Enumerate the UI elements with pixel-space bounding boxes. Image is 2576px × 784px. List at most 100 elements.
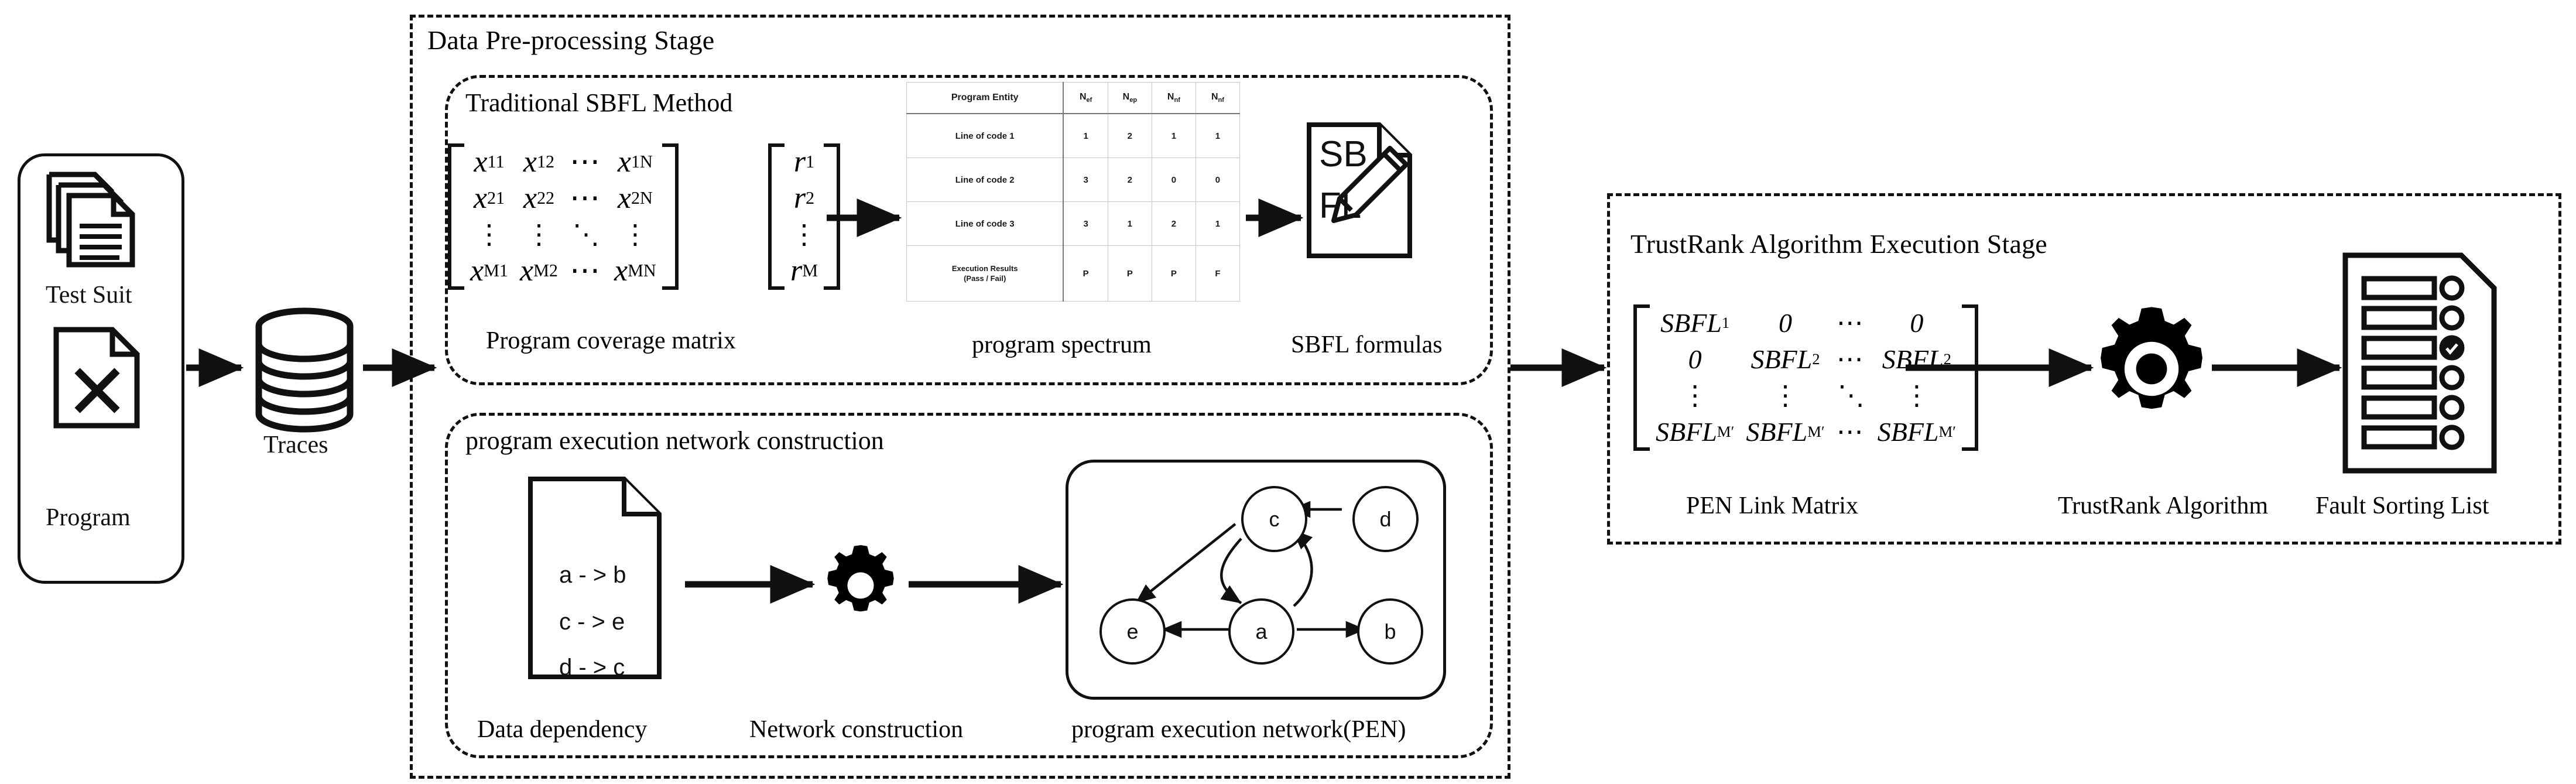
trustrank-algorithm-gear-icon [2101, 307, 2202, 409]
coverage-matrix-cell-8: ⋮ [475, 219, 503, 249]
fault-sorting-list-caption: Fault Sorting List [2315, 492, 2489, 519]
program-label: Program [46, 504, 131, 531]
test-suit-label: Test Suit [46, 282, 132, 309]
pen-link-matrix-cell-4: 0 [1688, 344, 1702, 374]
coverage-matrix-cell-1: x 12 [523, 145, 555, 179]
coverage-matrix-cell-5: x 22 [523, 181, 555, 215]
coverage-matrix-cell-10: ⋱ [573, 219, 600, 249]
pen-link-matrix-cell-13: SBFL M′ [1746, 416, 1825, 447]
pen-matrix-right-bracket [1962, 304, 1979, 451]
pen-node-c: c [1241, 486, 1307, 552]
spectrum-row: Line of code 23200 [906, 158, 1241, 202]
pen-link-matrix-caption: PEN Link Matrix [1686, 492, 1858, 519]
spectrum-cell-0-3: 1 [1195, 113, 1241, 158]
trustrank-algorithm-caption: TrustRank Algorithm [2058, 492, 2269, 519]
coverage-matrix-cell-13: x M2 [520, 254, 558, 287]
spectrum-cell-2-1: 1 [1107, 201, 1152, 246]
pen-link-matrix-cell-11: ⋮ [1903, 380, 1930, 410]
coverage-matrix-cell-4: x 21 [473, 181, 505, 215]
data-dependency-caption: Data dependency [477, 716, 648, 743]
pen-link-matrix-cell-10: ⋱ [1837, 380, 1865, 410]
spectrum-cell-3-0: P [1063, 245, 1108, 302]
program-spectrum-table: Program Entity Nef Nep Nnf Nnf Line of code 1… [906, 82, 1241, 302]
spectrum-cell-3-1: P [1107, 245, 1152, 302]
pen-link-matrix-cell-15: SBFL M′ [1877, 416, 1957, 447]
pen-link-matrix-cell-7: SBFL 2 [1882, 344, 1951, 374]
spectrum-header-0: Program Entity [906, 82, 1064, 114]
pen-link-matrix-cell-6: ⋯ [1836, 344, 1866, 374]
spectrum-row-label-1: Line of code 2 [906, 158, 1064, 202]
coverage-matrix-cell-0: x 11 [474, 145, 505, 179]
pen-node-e: e [1099, 598, 1166, 665]
coverage-matrix-cell-14: ⋯ [570, 254, 602, 287]
spectrum-cell-3-3: F [1195, 245, 1241, 302]
pen-node-d: d [1352, 486, 1419, 552]
execution-result-vector: r 1 r 2 ⋮ r M [768, 143, 841, 290]
pen-node-d-label: d [1379, 506, 1392, 531]
coverage-matrix-cell-6: ⋯ [570, 182, 602, 215]
result-vector-cell-2: ⋮ [790, 219, 818, 249]
spectrum-cell-2-0: 3 [1063, 201, 1108, 246]
pen-construction-substage-title: program execution network construction [465, 426, 884, 455]
pen-link-matrix-cell-14: ⋯ [1836, 417, 1866, 447]
vector-left-bracket [768, 143, 785, 290]
pen-link-matrix-cell-12: SBFL M′ [1656, 416, 1735, 447]
pen-node-b: b [1357, 598, 1423, 665]
sbfl-formulas-caption: SBFL formulas [1291, 331, 1443, 358]
spectrum-cell-1-3: 0 [1195, 158, 1241, 202]
spectrum-cell-2-3: 1 [1195, 201, 1241, 246]
pen-node-e-label: e [1126, 619, 1139, 643]
spectrum-cell-1-1: 2 [1107, 158, 1152, 202]
coverage-matrix-cell-7: x 2N [617, 181, 653, 215]
spectrum-row: Line of code 11211 [906, 113, 1241, 158]
spectrum-header-4: Nnf [1195, 82, 1241, 114]
pen-link-matrix-cell-9: ⋮ [1772, 380, 1799, 410]
sbfl-doc-line1: SB [1319, 134, 1368, 174]
spectrum-header-2: Nep [1107, 82, 1152, 114]
network-construction-gear-icon [827, 545, 894, 612]
spectrum-row-label-2: Line of code 3 [906, 201, 1064, 246]
spectrum-cell-3-2: P [1151, 245, 1196, 302]
dependency-line-1: a - > b [559, 562, 626, 588]
traces-label: Traces [263, 432, 328, 458]
spectrum-cell-1-0: 3 [1063, 158, 1108, 202]
pen-node-a: a [1228, 598, 1294, 665]
spectrum-cell-0-0: 1 [1063, 113, 1108, 158]
pen-caption: program execution network(PEN) [1071, 716, 1406, 743]
spectrum-header-1: Nef [1063, 82, 1108, 114]
coverage-matrix-cell-12: x M1 [470, 254, 508, 287]
pen-link-matrix-cell-5: SBFL 2 [1751, 344, 1820, 374]
spectrum-row-label-3: Execution Results (Pass / Fail) [906, 245, 1064, 302]
spectrum-header-3: Nnf [1151, 82, 1196, 114]
spectrum-header-row: Program Entity Nef Nep Nnf Nnf [906, 82, 1241, 114]
program-coverage-matrix-caption: Program coverage matrix [486, 327, 736, 354]
pen-link-matrix-cell-2: ⋯ [1836, 308, 1866, 338]
spectrum-row-label-0: Line of code 1 [906, 113, 1064, 158]
coverage-matrix-cell-2: ⋯ [570, 145, 602, 179]
program-spectrum-caption: program spectrum [972, 331, 1152, 358]
spectrum-cell-2-2: 2 [1151, 201, 1196, 246]
matrix-right-bracket [662, 143, 679, 290]
pen-link-matrix: SBFL 1 0 ⋯ 0 0 SBFL 2 ⋯ SBFL 2 ⋮ ⋮ ⋱ ⋮ SBFL M′ SBFL M′ ⋯ SBF… [1633, 304, 1979, 451]
spectrum-row: Execution Results (Pass / Fail) P P P F [906, 245, 1241, 302]
pen-node-c-label: c [1269, 506, 1280, 531]
traditional-sbfl-substage-title: Traditional SBFL Method [465, 88, 733, 117]
spectrum-cell-0-2: 1 [1151, 113, 1196, 158]
test-suit-documents-icon [46, 172, 135, 268]
network-construction-caption: Network construction [749, 716, 964, 743]
dependency-line-2: c - > e [559, 609, 625, 635]
coverage-matrix-cell-15: x MN [614, 254, 656, 287]
traces-database-icon [255, 307, 354, 433]
program-coverage-matrix: x 11 x 12 ⋯ x 1N x 21 x 22 ⋯ x 2N ⋮ ⋮ ⋱ ⋮ x M1 x M2 ⋯ x MN [448, 143, 679, 290]
pen-matrix-left-bracket [1633, 304, 1650, 451]
pen-link-matrix-cell-0: SBFL 1 [1660, 307, 1730, 338]
spectrum-row: Line of code 33121 [906, 201, 1241, 246]
result-vector-cell-1: r2 [793, 181, 815, 215]
program-fail-document-icon [53, 327, 140, 429]
fault-list-checked-circle [2439, 335, 2465, 361]
vector-right-bracket [824, 143, 841, 290]
spectrum-cell-0-1: 2 [1107, 113, 1152, 158]
coverage-matrix-cell-9: ⋮ [525, 219, 553, 249]
pen-link-matrix-cell-1: 0 [1779, 307, 1793, 338]
pen-link-matrix-cell-8: ⋮ [1681, 380, 1709, 410]
